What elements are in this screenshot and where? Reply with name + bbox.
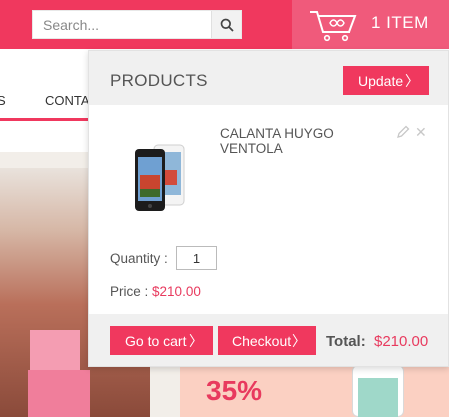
nav-item-partial[interactable]: S: [0, 93, 6, 108]
cart-toggle-button[interactable]: 1 ITEM: [292, 0, 449, 49]
close-icon[interactable]: ✕: [415, 124, 427, 141]
phone-image: [135, 144, 185, 211]
update-button-label: Update: [358, 72, 404, 89]
product-thumbnail[interactable]: [109, 125, 212, 223]
cart-header: PRODUCTS Update 〉: [89, 51, 448, 105]
edit-icon[interactable]: [396, 125, 410, 139]
checkout-label: Checkout: [232, 332, 292, 349]
checkout-button[interactable]: Checkout 〉: [218, 326, 316, 355]
chevron-right-icon: 〉: [189, 333, 203, 349]
update-button[interactable]: Update 〉: [343, 66, 429, 95]
search-input[interactable]: [33, 11, 211, 38]
price-value: $210.00: [152, 284, 201, 299]
quantity-field[interactable]: [176, 246, 217, 270]
promo-phone-screen: [358, 378, 398, 417]
total-label: Total:: [326, 333, 366, 350]
cart-footer: Go to cart 〉 Checkout 〉 Total: $210.00: [89, 314, 448, 366]
cart-dropdown: PRODUCTS Update 〉 CALANTA HUYGO VENTOLA …: [88, 50, 449, 367]
promo-discount: 35%: [206, 375, 263, 406]
price-label: Price :: [110, 284, 149, 299]
gift-box-image: [30, 330, 80, 375]
nav-item-contact[interactable]: CONTA: [45, 93, 90, 108]
quantity-label: Quantity :: [110, 251, 168, 266]
total-value: $210.00: [374, 333, 429, 350]
gift-box-image: [28, 370, 90, 417]
search-button[interactable]: [211, 11, 241, 38]
chevron-right-icon: 〉: [292, 333, 306, 349]
cart-item-count: 1 ITEM: [371, 13, 429, 32]
search-box: [32, 10, 242, 39]
price-row: Price : $210.00: [110, 284, 201, 299]
top-header: 1 ITEM: [0, 0, 449, 49]
cart-title: PRODUCTS: [110, 71, 208, 90]
go-to-cart-button[interactable]: Go to cart 〉: [110, 326, 213, 355]
chevron-right-icon: 〉: [405, 73, 419, 89]
search-icon: [220, 18, 234, 32]
nav-active-underline: [0, 118, 90, 121]
go-to-cart-label: Go to cart: [125, 332, 187, 349]
cart-icon: [310, 11, 357, 42]
product-name[interactable]: CALANTA HUYGO VENTOLA: [220, 126, 390, 156]
